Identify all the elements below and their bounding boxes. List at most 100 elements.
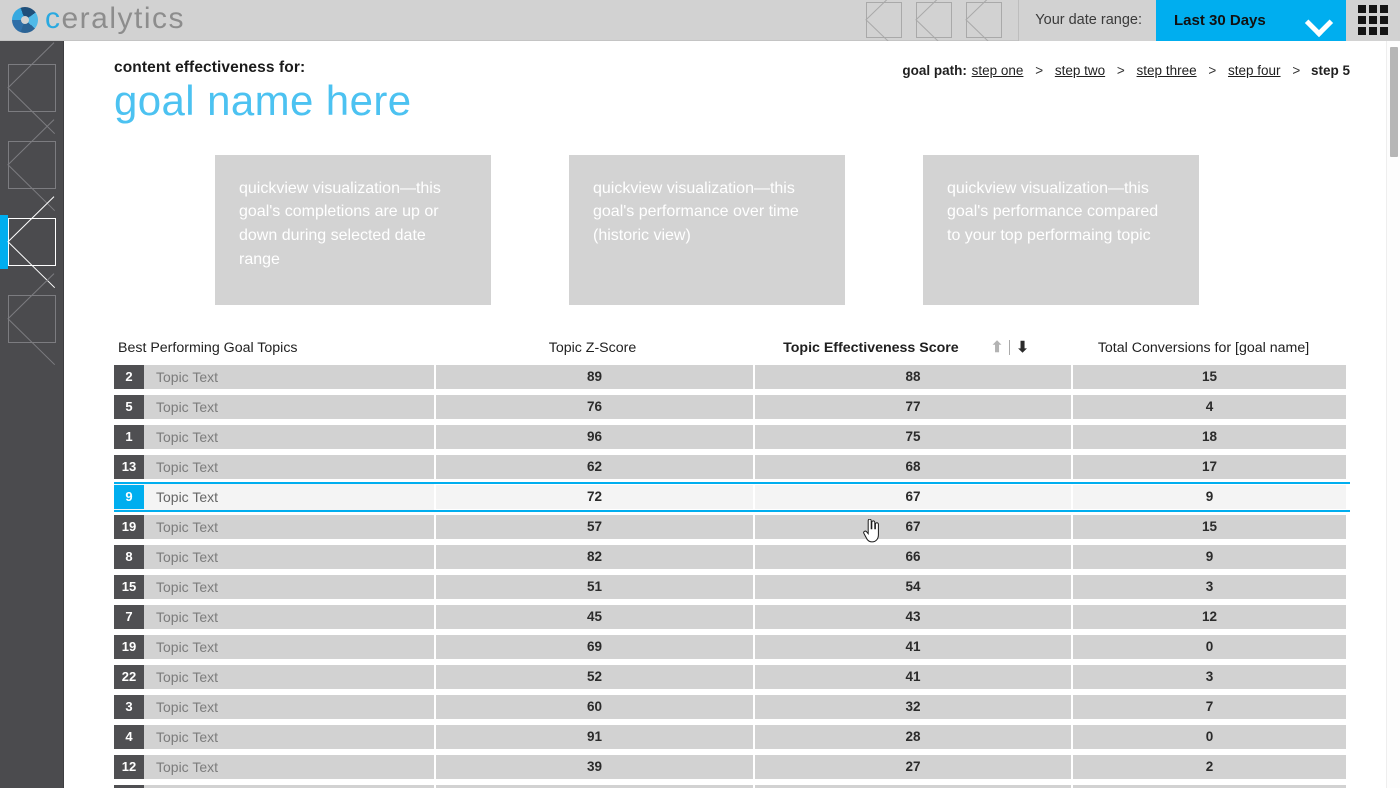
apps-grid-button[interactable] [1346, 0, 1400, 41]
cell-effectiveness-score: 68 [755, 455, 1071, 479]
topic-text: Topic Text [144, 429, 218, 445]
breadcrumb: goal path: step one > step two > step th… [902, 63, 1350, 78]
table-row[interactable]: 19Topic Text69410 [114, 632, 1350, 662]
table-body: 2Topic Text8988155Topic Text767741Topic … [114, 362, 1350, 788]
topic-text: Topic Text [144, 699, 218, 715]
placeholder-x-box-icon [8, 141, 56, 189]
placeholder-x-box-icon-3[interactable] [966, 2, 1002, 38]
quickview-card-1-text: quickview visualization—this goal's comp… [239, 177, 467, 272]
topic-text: Topic Text [144, 399, 218, 415]
cell-conversions: 0 [1073, 725, 1346, 749]
rank-badge: 13 [114, 455, 144, 479]
column-header-topics[interactable]: Best Performing Goal Topics [114, 340, 434, 356]
cell-z-score: 57 [436, 515, 753, 539]
cell-topic: 15Topic Text [114, 572, 434, 602]
cell-z-score: 52 [436, 665, 753, 689]
table-row[interactable]: 12Topic Text39272 [114, 752, 1350, 782]
apps-grid-icon [1358, 5, 1388, 35]
cell-topic: 19Topic Text [114, 632, 434, 662]
quickview-card-1[interactable]: quickview visualization—this goal's comp… [215, 155, 491, 305]
date-range-dropdown[interactable]: Last 30 Days [1156, 0, 1346, 41]
column-header-z-score[interactable]: Topic Z-Score [434, 340, 751, 356]
cell-z-score: 91 [436, 725, 753, 749]
cell-conversions: 7 [1073, 695, 1346, 719]
brand-name: ceralytics [45, 4, 185, 34]
cell-effectiveness-score: 54 [755, 575, 1071, 599]
brand-name-rest: eralytics [62, 2, 186, 35]
quickview-card-3[interactable]: quickview visualization—this goal's perf… [923, 155, 1199, 305]
rank-badge: 1 [114, 425, 144, 449]
table-row[interactable]: 19Topic Text576715 [114, 512, 1350, 542]
table-row[interactable]: 2Topic Text898815 [114, 362, 1350, 392]
quickview-row: quickview visualization—this goal's comp… [64, 155, 1400, 305]
topic-text: Topic Text [144, 609, 218, 625]
cell-effectiveness-score: 67 [755, 515, 1071, 539]
cell-conversions: 18 [1073, 425, 1346, 449]
brand-name-accent: c [45, 2, 62, 35]
sort-ascending-arrow-icon[interactable]: ⬆ [985, 340, 1010, 355]
cell-z-score: 89 [436, 365, 753, 389]
placeholder-x-box-icon-2[interactable] [916, 2, 952, 38]
breadcrumb-step-one[interactable]: step one [972, 63, 1024, 78]
breadcrumb-separator-3: > [1208, 63, 1216, 78]
cell-effectiveness-score: 88 [755, 365, 1071, 389]
table-row[interactable]: 21Topic Text682012 [114, 782, 1350, 788]
rank-badge: 9 [114, 485, 144, 509]
quickview-card-3-text: quickview visualization—this goal's perf… [947, 177, 1175, 248]
rank-badge: 5 [114, 395, 144, 419]
cell-topic: 8Topic Text [114, 542, 434, 572]
top-bar: ceralytics Your date range: Last 30 Days [0, 0, 1400, 41]
cell-z-score: 76 [436, 395, 753, 419]
table-row[interactable]: 5Topic Text76774 [114, 392, 1350, 422]
cell-z-score: 39 [436, 755, 753, 779]
topics-table: Best Performing Goal Topics Topic Z-Scor… [64, 334, 1400, 788]
vertical-scrollbar[interactable] [1386, 41, 1400, 788]
breadcrumb-step-three[interactable]: step three [1137, 63, 1197, 78]
topic-text: Topic Text [144, 459, 218, 475]
cell-z-score: 45 [436, 605, 753, 629]
scrollbar-thumb[interactable] [1390, 47, 1398, 157]
table-row[interactable]: 4Topic Text91280 [114, 722, 1350, 752]
rank-badge: 2 [114, 365, 144, 389]
cell-conversions: 15 [1073, 365, 1346, 389]
table-row[interactable]: 8Topic Text82669 [114, 542, 1350, 572]
topic-text: Topic Text [144, 729, 218, 745]
quickview-card-2[interactable]: quickview visualization—this goal's perf… [569, 155, 845, 305]
sort-controls[interactable]: ⬆ ⬇ [985, 340, 1035, 355]
sidebar-item-4[interactable] [0, 288, 63, 349]
sidebar-item-3[interactable] [0, 211, 63, 272]
table-row[interactable]: 22Topic Text52413 [114, 662, 1350, 692]
table-header-row: Best Performing Goal Topics Topic Z-Scor… [114, 334, 1350, 362]
sidebar-item-1[interactable] [0, 57, 63, 118]
column-header-effectiveness-label: Topic Effectiveness Score [783, 340, 959, 356]
table-row[interactable]: 9Topic Text72679 [114, 482, 1350, 512]
page-title: goal name here [114, 79, 1350, 124]
table-row[interactable]: 7Topic Text454312 [114, 602, 1350, 632]
cell-topic: 1Topic Text [114, 422, 434, 452]
main-content: content effectiveness for: goal name her… [64, 41, 1400, 788]
table-row[interactable]: 15Topic Text51543 [114, 572, 1350, 602]
topic-text: Topic Text [144, 579, 218, 595]
topic-text: Topic Text [144, 519, 218, 535]
column-header-effectiveness[interactable]: Topic Effectiveness Score ⬆ ⬇ [751, 340, 1067, 356]
table-row[interactable]: 13Topic Text626817 [114, 452, 1350, 482]
column-header-conversions[interactable]: Total Conversions for [goal name] [1067, 340, 1340, 356]
rank-badge: 12 [114, 755, 144, 779]
table-row[interactable]: 3Topic Text60327 [114, 692, 1350, 722]
brand-logo[interactable]: ceralytics [0, 0, 185, 41]
breadcrumb-step-two[interactable]: step two [1055, 63, 1105, 78]
date-range-label: Your date range: [1019, 0, 1156, 41]
breadcrumb-separator-2: > [1117, 63, 1125, 78]
cell-conversions: 4 [1073, 395, 1346, 419]
placeholder-x-box-icon-1[interactable] [866, 2, 902, 38]
rank-badge: 21 [114, 785, 144, 788]
cell-effectiveness-score: 67 [755, 485, 1071, 509]
rank-badge: 4 [114, 725, 144, 749]
cell-conversions: 9 [1073, 485, 1346, 509]
rank-badge: 19 [114, 635, 144, 659]
table-row[interactable]: 1Topic Text967518 [114, 422, 1350, 452]
sidebar-item-2[interactable] [0, 134, 63, 195]
breadcrumb-step-four[interactable]: step four [1228, 63, 1281, 78]
cell-z-score: 60 [436, 695, 753, 719]
sort-descending-arrow-icon[interactable]: ⬇ [1009, 340, 1035, 355]
